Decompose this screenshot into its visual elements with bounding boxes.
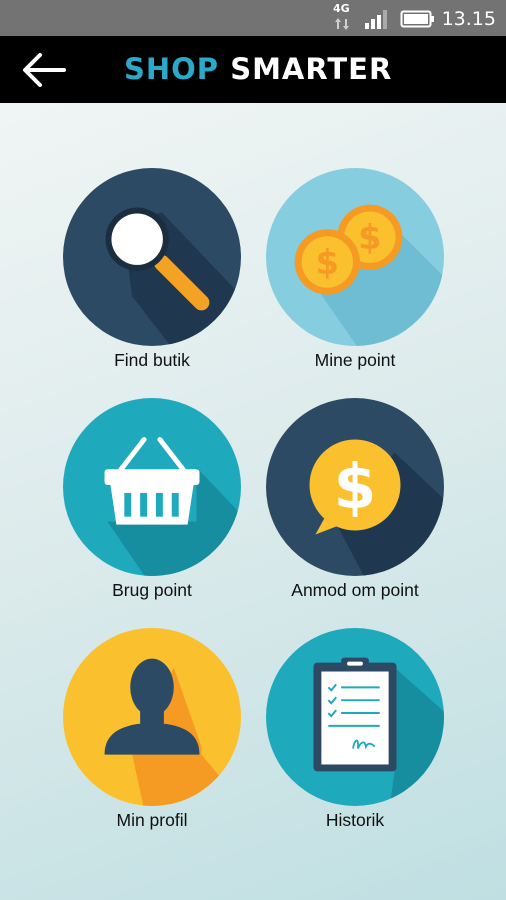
back-arrow-icon (23, 53, 66, 87)
app-title: SHOP SMARTER (124, 52, 392, 86)
network-type-label: 4G (333, 2, 350, 15)
menu-tile-min-profil[interactable]: Min profil (57, 628, 247, 868)
svg-text:$: $ (334, 452, 377, 523)
signal-strength-icon (365, 10, 387, 29)
svg-text:$: $ (316, 243, 339, 282)
app-title-shop: SHOP (124, 52, 220, 86)
data-arrows-icon (335, 18, 349, 30)
basket-icon (63, 398, 241, 576)
coins-icon: $ $ (266, 168, 444, 346)
menu-tile-anmod-om-point[interactable]: $ Anmod om point (260, 398, 450, 638)
menu-label: Brug point (112, 580, 192, 600)
menu-label: Anmod om point (291, 580, 419, 600)
menu-tile-brug-point[interactable]: Brug point (57, 398, 247, 638)
status-bar: 4G 13.15 (0, 0, 506, 36)
app-screen: 4G 13.15 SHOP SMARTER Find butik $ $ Min… (0, 0, 506, 900)
menu-tile-find-butik[interactable]: Find butik (57, 168, 247, 408)
app-bar: SHOP SMARTER (0, 36, 506, 103)
svg-text:$: $ (358, 218, 381, 257)
menu-tile-historik[interactable]: Historik (260, 628, 450, 868)
app-title-smarter: SMARTER (230, 52, 393, 86)
menu-tile-mine-point[interactable]: $ $ Mine point (260, 168, 450, 408)
menu-label: Find butik (114, 350, 190, 370)
status-time: 13.15 (441, 8, 496, 30)
battery-icon (400, 10, 434, 28)
back-button[interactable] (20, 50, 68, 90)
menu-label: Historik (325, 810, 385, 830)
menu-label: Min profil (116, 810, 188, 830)
dollar-speech-icon: $ (266, 398, 444, 576)
magnifier-icon (63, 168, 241, 346)
user-silhouette-icon (63, 628, 241, 806)
clipboard-icon (266, 628, 444, 806)
menu-label: Mine point (314, 350, 396, 370)
